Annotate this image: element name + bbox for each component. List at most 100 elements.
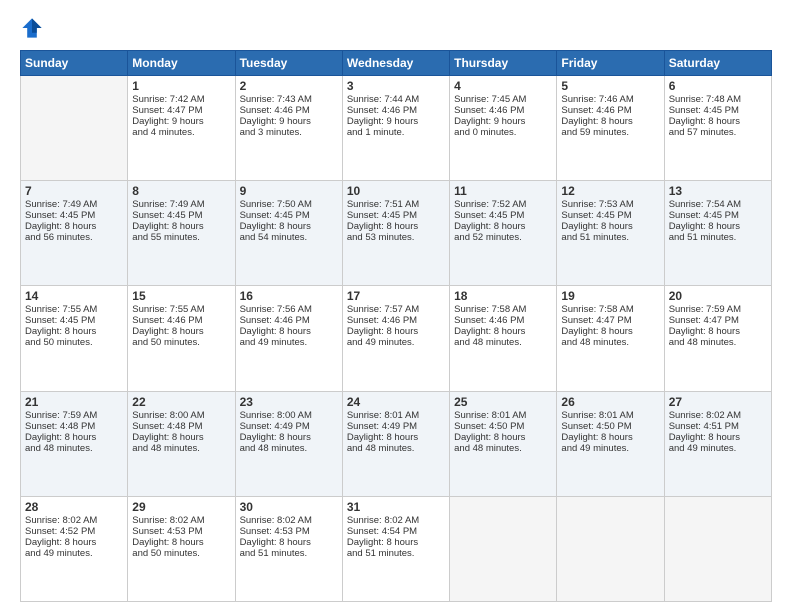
day-info: and 50 minutes. [132,548,230,559]
calendar-cell: 11Sunrise: 7:52 AMSunset: 4:45 PMDayligh… [450,181,557,286]
day-info: and 49 minutes. [347,337,445,348]
day-info: Sunrise: 7:49 AM [25,199,123,210]
day-number: 3 [347,79,445,93]
day-info: Daylight: 8 hours [240,221,338,232]
day-info: Sunrise: 8:01 AM [347,410,445,421]
day-info: and 50 minutes. [132,337,230,348]
day-info: Daylight: 8 hours [25,326,123,337]
day-info: Daylight: 8 hours [240,432,338,443]
calendar-cell [557,496,664,601]
day-info: and 48 minutes. [240,443,338,454]
day-info: Daylight: 8 hours [25,432,123,443]
day-info: and 1 minute. [347,127,445,138]
day-info: Sunset: 4:45 PM [25,210,123,221]
day-number: 4 [454,79,552,93]
day-info: Sunrise: 7:45 AM [454,94,552,105]
day-number: 11 [454,184,552,198]
calendar-cell [664,496,771,601]
calendar-cell: 10Sunrise: 7:51 AMSunset: 4:45 PMDayligh… [342,181,449,286]
day-info: Sunrise: 8:02 AM [132,515,230,526]
day-info: and 59 minutes. [561,127,659,138]
day-info: Daylight: 8 hours [561,221,659,232]
calendar-week-row: 28Sunrise: 8:02 AMSunset: 4:52 PMDayligh… [21,496,772,601]
day-info: Daylight: 9 hours [347,116,445,127]
weekday-header-monday: Monday [128,51,235,76]
day-info: and 49 minutes. [240,337,338,348]
calendar-week-row: 1Sunrise: 7:42 AMSunset: 4:47 PMDaylight… [21,76,772,181]
day-number: 2 [240,79,338,93]
calendar-cell: 13Sunrise: 7:54 AMSunset: 4:45 PMDayligh… [664,181,771,286]
day-number: 31 [347,500,445,514]
day-info: Daylight: 8 hours [132,326,230,337]
day-info: Daylight: 8 hours [347,537,445,548]
day-info: Daylight: 8 hours [454,432,552,443]
day-info: Sunset: 4:46 PM [454,105,552,116]
day-info: Daylight: 8 hours [240,326,338,337]
day-info: Daylight: 8 hours [132,432,230,443]
day-info: Sunset: 4:45 PM [25,315,123,326]
day-number: 10 [347,184,445,198]
day-info: Sunset: 4:47 PM [132,105,230,116]
day-info: Sunrise: 8:02 AM [25,515,123,526]
day-info: Daylight: 8 hours [347,432,445,443]
day-number: 28 [25,500,123,514]
day-info: and 48 minutes. [454,337,552,348]
day-info: Sunrise: 8:02 AM [240,515,338,526]
day-info: and 57 minutes. [669,127,767,138]
day-info: Sunrise: 8:01 AM [561,410,659,421]
day-info: and 51 minutes. [240,548,338,559]
calendar-cell: 1Sunrise: 7:42 AMSunset: 4:47 PMDaylight… [128,76,235,181]
day-info: Daylight: 8 hours [669,326,767,337]
day-number: 26 [561,395,659,409]
day-info: Sunrise: 7:55 AM [25,304,123,315]
day-number: 19 [561,289,659,303]
calendar-cell: 15Sunrise: 7:55 AMSunset: 4:46 PMDayligh… [128,286,235,391]
day-info: Sunset: 4:47 PM [561,315,659,326]
calendar-week-row: 14Sunrise: 7:55 AMSunset: 4:45 PMDayligh… [21,286,772,391]
calendar-cell: 5Sunrise: 7:46 AMSunset: 4:46 PMDaylight… [557,76,664,181]
calendar-cell: 25Sunrise: 8:01 AMSunset: 4:50 PMDayligh… [450,391,557,496]
calendar-cell: 26Sunrise: 8:01 AMSunset: 4:50 PMDayligh… [557,391,664,496]
day-number: 13 [669,184,767,198]
day-info: and 52 minutes. [454,232,552,243]
calendar-cell: 4Sunrise: 7:45 AMSunset: 4:46 PMDaylight… [450,76,557,181]
day-info: Daylight: 9 hours [240,116,338,127]
calendar-cell [21,76,128,181]
calendar-cell: 28Sunrise: 8:02 AMSunset: 4:52 PMDayligh… [21,496,128,601]
day-info: Daylight: 8 hours [132,221,230,232]
page: SundayMondayTuesdayWednesdayThursdayFrid… [0,0,792,612]
day-number: 20 [669,289,767,303]
day-info: Sunset: 4:45 PM [132,210,230,221]
day-info: Sunrise: 7:57 AM [347,304,445,315]
calendar-cell: 3Sunrise: 7:44 AMSunset: 4:46 PMDaylight… [342,76,449,181]
day-info: Sunset: 4:47 PM [669,315,767,326]
day-info: Sunset: 4:54 PM [347,526,445,537]
day-info: Sunrise: 8:02 AM [347,515,445,526]
day-info: Sunrise: 7:52 AM [454,199,552,210]
calendar-cell: 6Sunrise: 7:48 AMSunset: 4:45 PMDaylight… [664,76,771,181]
day-number: 24 [347,395,445,409]
day-info: Daylight: 8 hours [561,432,659,443]
day-info: and 48 minutes. [669,337,767,348]
day-info: Sunset: 4:46 PM [454,315,552,326]
calendar-week-row: 21Sunrise: 7:59 AMSunset: 4:48 PMDayligh… [21,391,772,496]
day-info: Sunset: 4:50 PM [454,421,552,432]
day-info: Daylight: 8 hours [132,537,230,548]
day-number: 27 [669,395,767,409]
day-info: Daylight: 8 hours [347,221,445,232]
day-info: Daylight: 8 hours [25,537,123,548]
day-info: and 4 minutes. [132,127,230,138]
day-info: Sunrise: 7:58 AM [561,304,659,315]
day-info: Sunrise: 8:00 AM [132,410,230,421]
day-info: Sunset: 4:46 PM [347,315,445,326]
calendar-week-row: 7Sunrise: 7:49 AMSunset: 4:45 PMDaylight… [21,181,772,286]
calendar-cell: 9Sunrise: 7:50 AMSunset: 4:45 PMDaylight… [235,181,342,286]
day-info: and 48 minutes. [132,443,230,454]
calendar-cell: 29Sunrise: 8:02 AMSunset: 4:53 PMDayligh… [128,496,235,601]
day-info: and 55 minutes. [132,232,230,243]
day-info: Sunrise: 7:44 AM [347,94,445,105]
day-info: Sunset: 4:48 PM [25,421,123,432]
day-info: Sunset: 4:45 PM [454,210,552,221]
day-info: Sunset: 4:46 PM [240,315,338,326]
day-info: Sunset: 4:46 PM [132,315,230,326]
